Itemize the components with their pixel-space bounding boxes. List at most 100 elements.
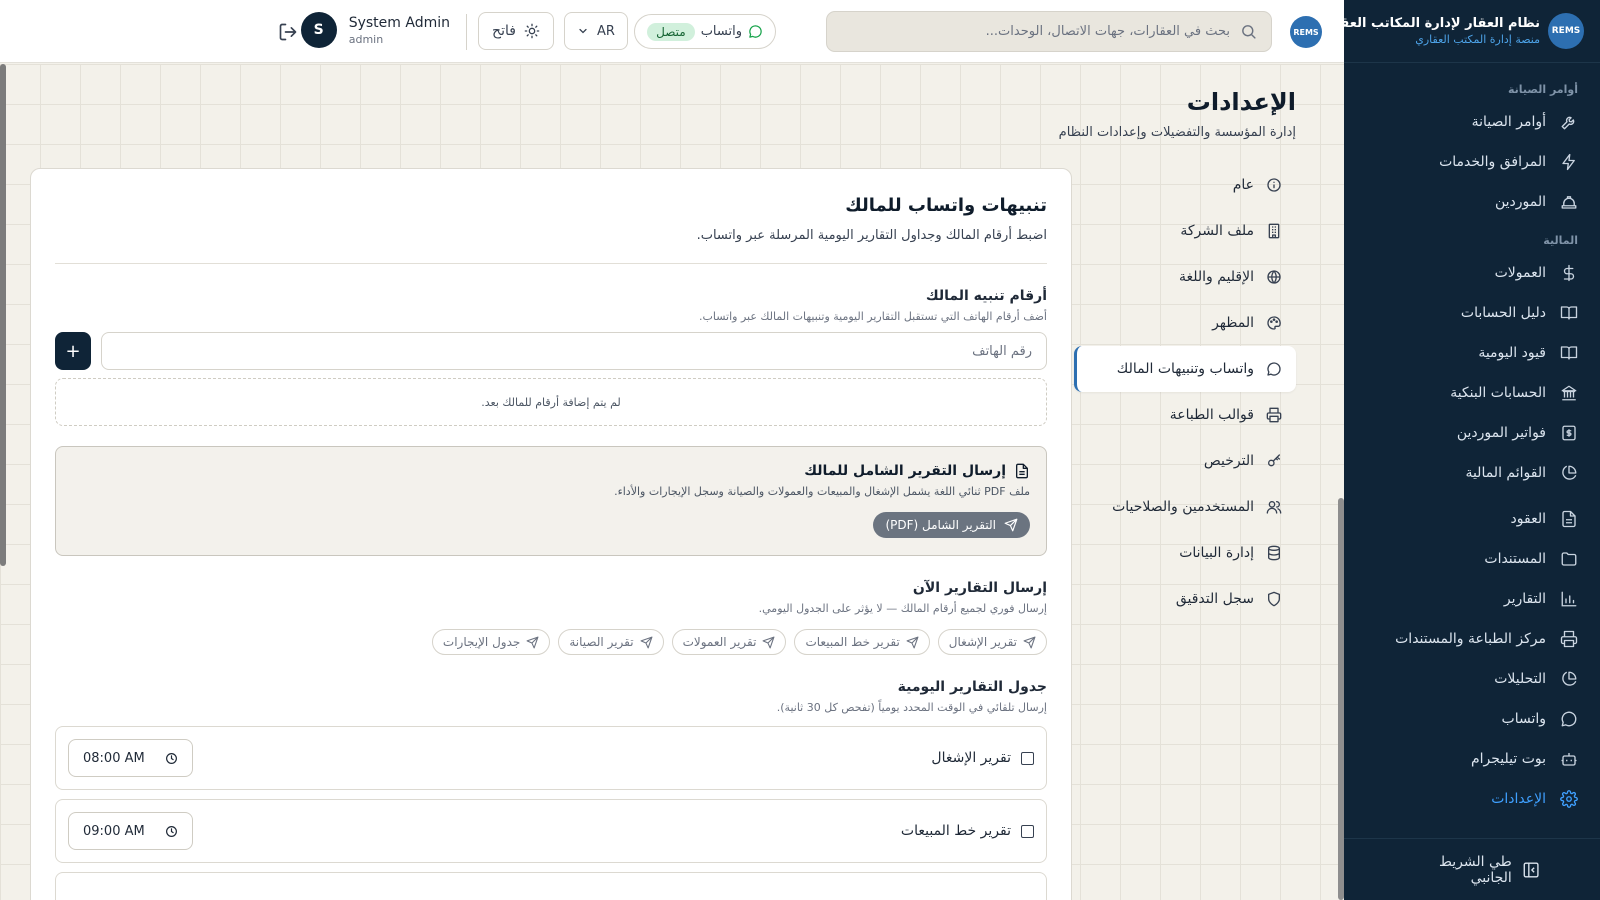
sidebar-item-reports[interactable]: التقارير bbox=[1344, 579, 1600, 619]
page-title: الإعدادات bbox=[1186, 88, 1296, 116]
sidebar-item-label: الإعدادات bbox=[1491, 791, 1546, 807]
whatsapp-label: واتساب bbox=[700, 24, 742, 39]
sidebar-item-telegram-bot[interactable]: بوت تيليجرام bbox=[1344, 739, 1600, 779]
send-full-report-button[interactable]: التقرير الشامل (PDF) bbox=[873, 512, 1030, 538]
header-logo[interactable]: REMS bbox=[1290, 16, 1322, 48]
schedule-row bbox=[55, 872, 1047, 900]
message-circle-icon bbox=[749, 25, 762, 38]
sidebar-item-vendors[interactable]: الموردين bbox=[1344, 182, 1600, 222]
send-icon bbox=[1023, 636, 1036, 648]
tab-label: عام bbox=[1232, 177, 1254, 193]
sidebar-item-financial-statements[interactable]: القوائم المالية bbox=[1344, 453, 1600, 493]
send-icon bbox=[526, 636, 539, 648]
bot-icon bbox=[1561, 753, 1577, 766]
sidebar-item-chart-of-accounts[interactable]: دليل الحسابات bbox=[1344, 293, 1600, 333]
schedule-row: تقرير الإشغال 08:00 AM bbox=[55, 726, 1047, 790]
user-menu[interactable]: System Admin admin S bbox=[300, 12, 450, 48]
clock-icon bbox=[166, 825, 177, 837]
schedule-list: تقرير الإشغال 08:00 AM تقرير خط المبيعات… bbox=[55, 726, 1047, 900]
full-report-title: إرسال التقرير الشامل للمالك bbox=[804, 463, 1006, 479]
time-input[interactable]: 09:00 AM bbox=[68, 812, 193, 850]
sidebar-item-label: المستندات bbox=[1484, 551, 1546, 567]
tab-appearance[interactable]: المظهر bbox=[1074, 300, 1296, 346]
send-commissions-report-button[interactable]: تقرير العمولات bbox=[671, 629, 787, 655]
send-icon bbox=[906, 636, 919, 648]
file-text-icon bbox=[1562, 510, 1576, 528]
tab-whatsapp-owner-alerts[interactable]: واتساب وتنبيهات المالك bbox=[1074, 346, 1296, 392]
theme-label: فاتح bbox=[492, 23, 516, 39]
sidebar-item-label: العمولات bbox=[1494, 265, 1546, 281]
add-phone-button[interactable]: + bbox=[55, 332, 91, 370]
whatsapp-status[interactable]: واتساب متصل bbox=[634, 14, 776, 49]
tab-users-permissions[interactable]: المستخدمين والصلاحيات bbox=[1074, 484, 1296, 530]
scrollbar-left[interactable] bbox=[0, 64, 6, 566]
database-icon bbox=[1268, 545, 1280, 561]
user-role: admin bbox=[348, 32, 384, 46]
send-sales-pipeline-report-button[interactable]: تقرير خط المبيعات bbox=[794, 629, 930, 655]
avatar[interactable]: S bbox=[300, 12, 337, 48]
brand-logo: REMS bbox=[1548, 13, 1584, 49]
phone-input[interactable] bbox=[101, 332, 1047, 370]
sidebar-item-utilities[interactable]: المرافق والخدمات bbox=[1344, 142, 1600, 182]
sidebar-item-maintenance-orders[interactable]: أوامر الصيانة bbox=[1344, 102, 1600, 142]
brand: REMS نظام العقار لإدارة المكاتب العقارية… bbox=[1315, 0, 1600, 63]
tab-license[interactable]: الترخيص bbox=[1074, 438, 1296, 484]
language-selector[interactable]: AR bbox=[564, 12, 628, 50]
sidebar-item-analytics[interactable]: التحليلات bbox=[1344, 659, 1600, 699]
page-subtitle: إدارة المؤسسة والتفضيلات وإعدادات النظام bbox=[1058, 125, 1296, 140]
send-maintenance-report-button[interactable]: تقرير الصيانة bbox=[558, 629, 664, 655]
send-rent-schedule-button[interactable]: جدول الإيجارات bbox=[431, 629, 551, 655]
schedule-row: تقرير خط المبيعات 09:00 AM bbox=[55, 799, 1047, 863]
brand-name: نظام العقار لإدارة المكاتب العقارية bbox=[1315, 16, 1540, 31]
schedule-label: تقرير الإشغال bbox=[931, 750, 1011, 766]
building-icon bbox=[1268, 223, 1280, 239]
header-divider bbox=[466, 14, 467, 50]
wrench-icon bbox=[1561, 116, 1575, 130]
info-icon bbox=[1267, 178, 1281, 192]
send-icon bbox=[640, 636, 653, 648]
send-now-buttons: تقرير الإشغال تقرير خط المبيعات تقرير ال… bbox=[55, 629, 1047, 655]
sidebar-item-settings[interactable]: الإعدادات bbox=[1344, 779, 1600, 819]
language-label: AR bbox=[597, 23, 615, 39]
collapse-sidebar-button[interactable]: طي الشريط الجانبي bbox=[1344, 838, 1600, 900]
logout-icon[interactable] bbox=[278, 22, 298, 42]
search-input[interactable] bbox=[850, 24, 1230, 39]
empty-phones-placeholder: لم يتم إضافة أرقام للمالك بعد. bbox=[55, 378, 1047, 426]
chip-label: تقرير العمولات bbox=[682, 635, 757, 649]
full-report-box: إرسال التقرير الشامل للمالك ملف PDF ثنائ… bbox=[55, 446, 1047, 556]
tab-label: المستخدمين والصلاحيات bbox=[1112, 499, 1254, 515]
sidebar-item-journal-entries[interactable]: قيود اليومية bbox=[1344, 333, 1600, 373]
tab-label: قوالب الطباعة bbox=[1169, 407, 1254, 423]
sidebar-item-contracts[interactable]: العقود bbox=[1344, 499, 1600, 539]
send-occupancy-report-button[interactable]: تقرير الإشغال bbox=[937, 629, 1047, 655]
tab-label: الإقليم واللغة bbox=[1178, 269, 1254, 285]
tab-region-language[interactable]: الإقليم واللغة bbox=[1074, 254, 1296, 300]
tab-company-profile[interactable]: ملف الشركة bbox=[1074, 208, 1296, 254]
search-box[interactable] bbox=[826, 11, 1272, 52]
sidebar-item-commissions[interactable]: العمولات bbox=[1344, 253, 1600, 293]
sidebar-item-label: الحسابات البنكية bbox=[1450, 385, 1546, 401]
tab-data-management[interactable]: إدارة البيانات bbox=[1074, 530, 1296, 576]
tab-label: سجل التدقيق bbox=[1175, 591, 1254, 607]
time-input[interactable]: 08:00 AM bbox=[68, 739, 193, 777]
sidebar-item-whatsapp[interactable]: واتساب bbox=[1344, 699, 1600, 739]
tab-general[interactable]: عام bbox=[1074, 162, 1296, 208]
scrollbar[interactable] bbox=[1338, 498, 1344, 900]
tab-print-templates[interactable]: قوالب الطباعة bbox=[1074, 392, 1296, 438]
receipt-icon bbox=[1562, 425, 1576, 441]
sidebar-item-label: فواتير الموردين bbox=[1456, 425, 1546, 441]
sidebar-item-vendor-invoices[interactable]: فواتير الموردين bbox=[1344, 413, 1600, 453]
sidebar-item-label: العقود bbox=[1510, 511, 1546, 527]
phones-section-help: أضف أرقام الهاتف التي تستقبل التقارير ال… bbox=[699, 310, 1047, 323]
sidebar-item-bank-accounts[interactable]: الحسابات البنكية bbox=[1344, 373, 1600, 413]
brand-subtitle: منصة إدارة المكتب العقاري bbox=[1415, 33, 1540, 46]
schedule-checkbox[interactable] bbox=[1021, 751, 1034, 765]
book-icon bbox=[1560, 306, 1578, 320]
sidebar-item-documents[interactable]: المستندات bbox=[1344, 539, 1600, 579]
schedule-checkbox[interactable] bbox=[1021, 824, 1034, 838]
sidebar-item-print-center[interactable]: مركز الطباعة والمستندات bbox=[1344, 619, 1600, 659]
theme-toggle[interactable]: فاتح bbox=[478, 12, 554, 50]
top-header: REMS واتساب متصل AR فاتح System Admin ad… bbox=[0, 0, 1344, 63]
full-report-description: ملف PDF ثنائي اللغة يشمل الإشغال والمبيع… bbox=[614, 485, 1030, 498]
tab-audit-log[interactable]: سجل التدقيق bbox=[1074, 576, 1296, 622]
